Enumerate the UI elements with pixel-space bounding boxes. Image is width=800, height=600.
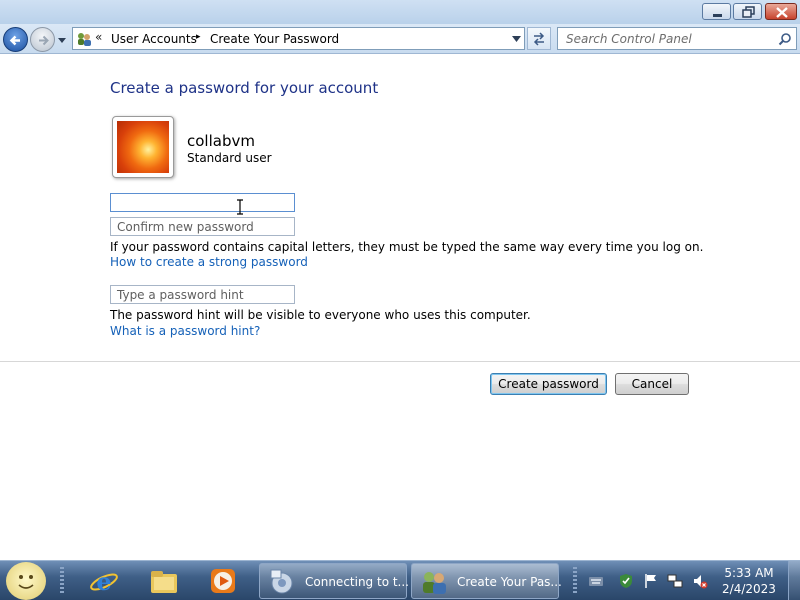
text-cursor-icon [237, 199, 243, 215]
avatar [112, 116, 174, 178]
user-accounts-icon [78, 33, 91, 46]
confirm-password-field[interactable]: Confirm new password [110, 217, 295, 236]
flower-picture-icon [117, 121, 169, 173]
taskbar-item-connecting[interactable]: Connecting to t... [259, 563, 409, 599]
back-button[interactable] [3, 27, 28, 52]
chevron-down-icon[interactable] [512, 36, 521, 42]
new-password-field[interactable] [110, 193, 295, 212]
network-icon[interactable] [667, 573, 683, 589]
page-title: Create a password for your account [110, 79, 379, 97]
search-icon[interactable] [778, 32, 792, 46]
refresh-icon [533, 32, 545, 46]
forward-button[interactable] [30, 27, 55, 52]
taskbar-grip[interactable] [60, 567, 64, 595]
breadcrumb-user-accounts[interactable]: User Accounts [111, 32, 197, 46]
minimize-button[interactable] [702, 3, 731, 20]
clock-time: 5:33 AM [724, 566, 774, 580]
taskbar-item-label: Create Your Pas... [457, 575, 562, 589]
clock-date: 2/4/2023 [722, 582, 776, 596]
minimize-icon [713, 14, 722, 17]
security-shield-icon[interactable] [618, 573, 634, 589]
search-placeholder: Search Control Panel [566, 32, 692, 46]
breadcrumb-overflow[interactable]: « [95, 30, 102, 44]
caps-warning-text: If your password contains capital letter… [110, 240, 704, 254]
keyboard-icon[interactable] [588, 573, 604, 589]
password-hint-field[interactable]: Type a password hint [110, 285, 295, 304]
restore-button[interactable] [733, 3, 762, 20]
media-player-icon[interactable] [207, 565, 239, 597]
restore-icon [742, 6, 755, 18]
user-name: collabvm [187, 132, 255, 150]
close-icon [776, 7, 788, 18]
tray-grip[interactable] [573, 567, 577, 595]
forward-arrow-icon [39, 35, 49, 46]
search-box[interactable]: Search Control Panel [557, 27, 797, 50]
start-orb-icon [18, 575, 34, 589]
create-password-button[interactable]: Create password [490, 373, 607, 395]
hint-visibility-text: The password hint will be visible to eve… [110, 308, 531, 322]
divider [0, 361, 800, 362]
taskbar-item-label: Connecting to t... [305, 575, 409, 589]
taskbar-item-create-password[interactable]: Create Your Pas... [411, 563, 562, 599]
system-clock[interactable]: 5:33 AM 2/4/2023 [716, 565, 782, 597]
window-titlebar[interactable] [0, 0, 800, 24]
back-arrow-icon [9, 35, 20, 46]
strong-password-link[interactable]: How to create a strong password [110, 255, 308, 269]
action-center-flag-icon[interactable] [643, 573, 659, 589]
start-button[interactable] [6, 562, 46, 600]
cancel-button[interactable]: Cancel [615, 373, 689, 395]
breadcrumb-separator[interactable]: ▸ [196, 32, 201, 42]
refresh-button[interactable] [527, 27, 551, 50]
windows-explorer-icon[interactable] [148, 565, 180, 597]
recent-pages-dropdown-icon[interactable] [58, 36, 67, 45]
internet-explorer-icon[interactable]: e [88, 565, 120, 597]
svg-text:e: e [96, 567, 111, 596]
breadcrumb-create-your-password[interactable]: Create Your Password [210, 32, 339, 46]
content-pane: Create a password for your account colla… [0, 55, 800, 560]
password-hint-link[interactable]: What is a password hint? [110, 324, 260, 338]
user-type: Standard user [187, 151, 272, 165]
show-desktop-button[interactable] [788, 561, 800, 600]
taskbar: e Connecting to t... Create Your Pas... [0, 560, 800, 600]
volume-muted-icon[interactable] [692, 573, 708, 589]
navigation-bar: « User Accounts ▸ Create Your Password S… [0, 24, 800, 54]
wizard-icon [270, 569, 293, 594]
close-button[interactable] [765, 3, 797, 20]
address-bar[interactable]: « User Accounts ▸ Create Your Password [72, 27, 525, 50]
user-accounts-icon [423, 572, 446, 594]
